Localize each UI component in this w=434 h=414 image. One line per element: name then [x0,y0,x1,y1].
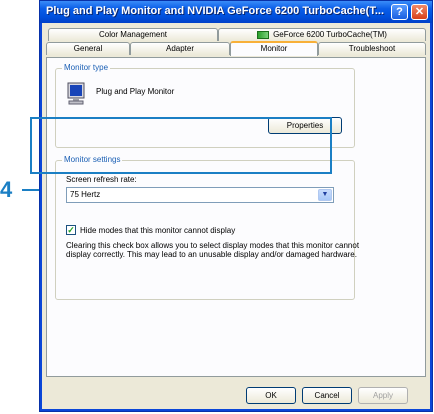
tab-label: Color Management [98,30,168,39]
monitor-name: Plug and Play Monitor [96,87,175,96]
cancel-button[interactable]: Cancel [302,387,352,404]
refresh-rate-select[interactable]: 75 Hertz ▼ [66,187,334,203]
group-label: Monitor settings [62,155,123,164]
tab-general[interactable]: General [46,42,130,55]
hide-modes-checkbox[interactable]: ✓ [66,225,76,235]
close-icon: ✕ [414,6,425,18]
group-label: Monitor type [62,63,111,72]
tab-color-management[interactable]: Color Management [48,28,218,41]
tab-label: Monitor [260,44,288,53]
callout-number: 4 [0,177,13,202]
apply-button-label: Apply [372,391,393,400]
help-icon: ? [396,6,403,18]
tab-adapter[interactable]: Adapter [130,42,230,55]
tab-label: GeForce 6200 TurboCache(TM) [273,30,387,39]
chevron-down-icon: ▼ [321,191,329,198]
refresh-rate-value: 75 Hertz [70,190,101,199]
close-button[interactable]: ✕ [411,4,428,20]
tab-geforce[interactable]: GeForce 6200 TurboCache(TM) [218,28,426,41]
tab-label: Troubleshoot [348,44,396,53]
monitor-settings-group: Monitor settings Screen refresh rate: 75… [55,155,359,300]
properties-button[interactable]: Properties [268,117,342,134]
monitor-icon [67,82,85,105]
title-bar[interactable]: Plug and Play Monitor and NVIDIA GeForce… [40,1,432,23]
nvidia-icon [257,30,270,39]
monitor-type-group: Monitor type Plug and Play Monitor Prope… [55,63,355,148]
properties-button-label: Properties [286,121,324,130]
tab-label: General [73,44,103,53]
checkmark-icon: ✓ [67,225,75,235]
display-properties-window: Plug and Play Monitor and NVIDIA GeForce… [39,0,433,412]
cancel-button-label: Cancel [314,391,340,400]
apply-button[interactable]: Apply [358,387,408,404]
hide-modes-description: Clearing this check box allows you to se… [66,241,360,259]
refresh-rate-label: Screen refresh rate: [66,175,137,184]
tab-label: Adapter [165,44,195,53]
window-title: Plug and Play Monitor and NVIDIA GeForce… [46,5,385,17]
ok-button[interactable]: OK [246,387,296,404]
dropdown-button[interactable]: ▼ [318,189,332,201]
tab-troubleshoot[interactable]: Troubleshoot [318,42,426,55]
tab-monitor[interactable]: Monitor [230,41,318,56]
ok-button-label: OK [265,391,277,400]
hide-modes-label[interactable]: Hide modes that this monitor cannot disp… [80,226,235,235]
monitor-tab-panel: Monitor type Plug and Play Monitor Prope… [46,57,426,377]
help-button[interactable]: ? [391,4,408,20]
